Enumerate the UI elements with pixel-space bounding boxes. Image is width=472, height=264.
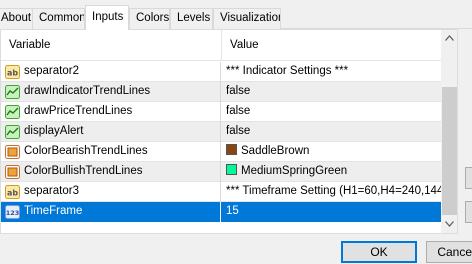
value-cell[interactable]: false bbox=[222, 122, 441, 142]
column-header-variable[interactable]: Variable bbox=[1, 30, 221, 61]
value-cell[interactable]: *** Timeframe Setting (H1=60,H4=240,144.… bbox=[222, 182, 441, 202]
value-cell[interactable]: 15 bbox=[222, 202, 441, 222]
value-cell[interactable]: false bbox=[222, 102, 441, 122]
scroll-up-button[interactable] bbox=[441, 30, 457, 47]
variable-cell: ColorBullishTrendLines bbox=[1, 162, 221, 182]
variable-name: displayAlert bbox=[24, 125, 84, 137]
variable-cell: 123 TimeFrame bbox=[1, 202, 221, 222]
bool-icon bbox=[5, 85, 20, 99]
tab-levels[interactable]: Levels bbox=[170, 8, 213, 29]
side-button-save[interactable] bbox=[465, 201, 472, 223]
cancel-button[interactable]: Cancel bbox=[426, 241, 472, 263]
table-row-ColorBullishTrendLines[interactable]: ColorBullishTrendLines MediumSpringGreen bbox=[1, 162, 441, 182]
vertical-scrollbar[interactable] bbox=[441, 30, 457, 233]
column-header-value[interactable]: Value bbox=[222, 30, 441, 61]
variable-cell: drawIndicatorTrendLines bbox=[1, 82, 221, 102]
string-icon: ab bbox=[5, 185, 20, 199]
table-row-displayAlert[interactable]: displayAlert false bbox=[1, 122, 441, 142]
table-row-drawIndicatorTrendLines[interactable]: drawIndicatorTrendLines false bbox=[1, 82, 441, 102]
chevron-up-icon bbox=[445, 35, 454, 41]
color-icon bbox=[5, 165, 20, 179]
value-cell[interactable]: false bbox=[222, 82, 441, 102]
inputs-grid: Variable Value ab separator2 *** Indicat… bbox=[0, 29, 458, 234]
table-row-ColorBearishTrendLines[interactable]: ColorBearishTrendLines SaddleBrown bbox=[1, 142, 441, 162]
value-text: false bbox=[226, 105, 251, 117]
value-text: MediumSpringGreen bbox=[241, 165, 348, 177]
variable-cell: ab separator3 bbox=[1, 182, 221, 202]
value-cell[interactable]: SaddleBrown bbox=[222, 142, 441, 162]
tab-colors[interactable]: Colors bbox=[129, 8, 170, 29]
tab-visualization[interactable]: Visualization bbox=[213, 8, 281, 29]
table-row-drawPriceTrendLines[interactable]: drawPriceTrendLines false bbox=[1, 102, 441, 122]
grid-header: Variable Value bbox=[1, 30, 441, 61]
value-cell[interactable]: *** Indicator Settings *** bbox=[222, 62, 441, 82]
svg-text:123: 123 bbox=[6, 209, 20, 217]
bool-icon bbox=[5, 105, 20, 119]
svg-text:ab: ab bbox=[7, 189, 18, 198]
table-row-separator3[interactable]: ab separator3 *** Timeframe Setting (H1=… bbox=[1, 182, 441, 202]
tab-levels-label: Levels bbox=[177, 12, 211, 24]
variable-name: separator2 bbox=[24, 65, 79, 77]
variable-cell: ColorBearishTrendLines bbox=[1, 142, 221, 162]
value-text: *** Timeframe Setting (H1=60,H4=240,144.… bbox=[226, 185, 441, 197]
color-icon bbox=[5, 145, 20, 159]
value-text: 15 bbox=[226, 205, 239, 217]
tab-inputs[interactable]: Inputs bbox=[85, 5, 129, 30]
table-row-separator2[interactable]: ab separator2 *** Indicator Settings *** bbox=[1, 62, 441, 82]
integer-icon: 123 bbox=[5, 205, 20, 219]
string-icon: ab bbox=[5, 65, 20, 79]
scroll-thumb[interactable] bbox=[442, 87, 457, 215]
side-button-load[interactable] bbox=[465, 167, 472, 189]
svg-text:ab: ab bbox=[7, 69, 18, 78]
color-swatch bbox=[226, 144, 237, 155]
color-swatch bbox=[226, 164, 237, 175]
table-row-TimeFrame[interactable]: 123 TimeFrame 15 bbox=[1, 202, 441, 222]
value-cell[interactable]: MediumSpringGreen bbox=[222, 162, 441, 182]
variable-name: drawPriceTrendLines bbox=[24, 105, 133, 117]
variable-name: ColorBearishTrendLines bbox=[24, 145, 148, 157]
variable-name: separator3 bbox=[24, 185, 79, 197]
variable-name: drawIndicatorTrendLines bbox=[24, 85, 151, 97]
variable-cell: drawPriceTrendLines bbox=[1, 102, 221, 122]
bool-icon bbox=[5, 125, 20, 139]
value-text: false bbox=[226, 85, 251, 97]
chevron-down-icon bbox=[445, 221, 454, 227]
variable-cell: displayAlert bbox=[1, 122, 221, 142]
tab-common[interactable]: Common bbox=[32, 8, 85, 29]
tab-inputs-label: Inputs bbox=[92, 11, 124, 23]
variable-cell: ab separator2 bbox=[1, 62, 221, 82]
ok-button[interactable]: OK bbox=[341, 241, 417, 263]
value-text: *** Indicator Settings *** bbox=[226, 65, 349, 77]
variable-name: ColorBullishTrendLines bbox=[24, 165, 143, 177]
value-text: false bbox=[226, 125, 251, 137]
value-text: SaddleBrown bbox=[241, 145, 310, 157]
variable-name: TimeFrame bbox=[24, 205, 83, 217]
tab-colors-label: Colors bbox=[136, 12, 170, 24]
scroll-down-button[interactable] bbox=[441, 216, 457, 233]
tab-visualization-label: Visualization bbox=[220, 12, 281, 24]
tab-strip: About Common Inputs Colors Levels Visual… bbox=[0, 0, 472, 30]
tab-about-label: About bbox=[1, 12, 32, 24]
tab-common-label: Common bbox=[39, 12, 85, 24]
